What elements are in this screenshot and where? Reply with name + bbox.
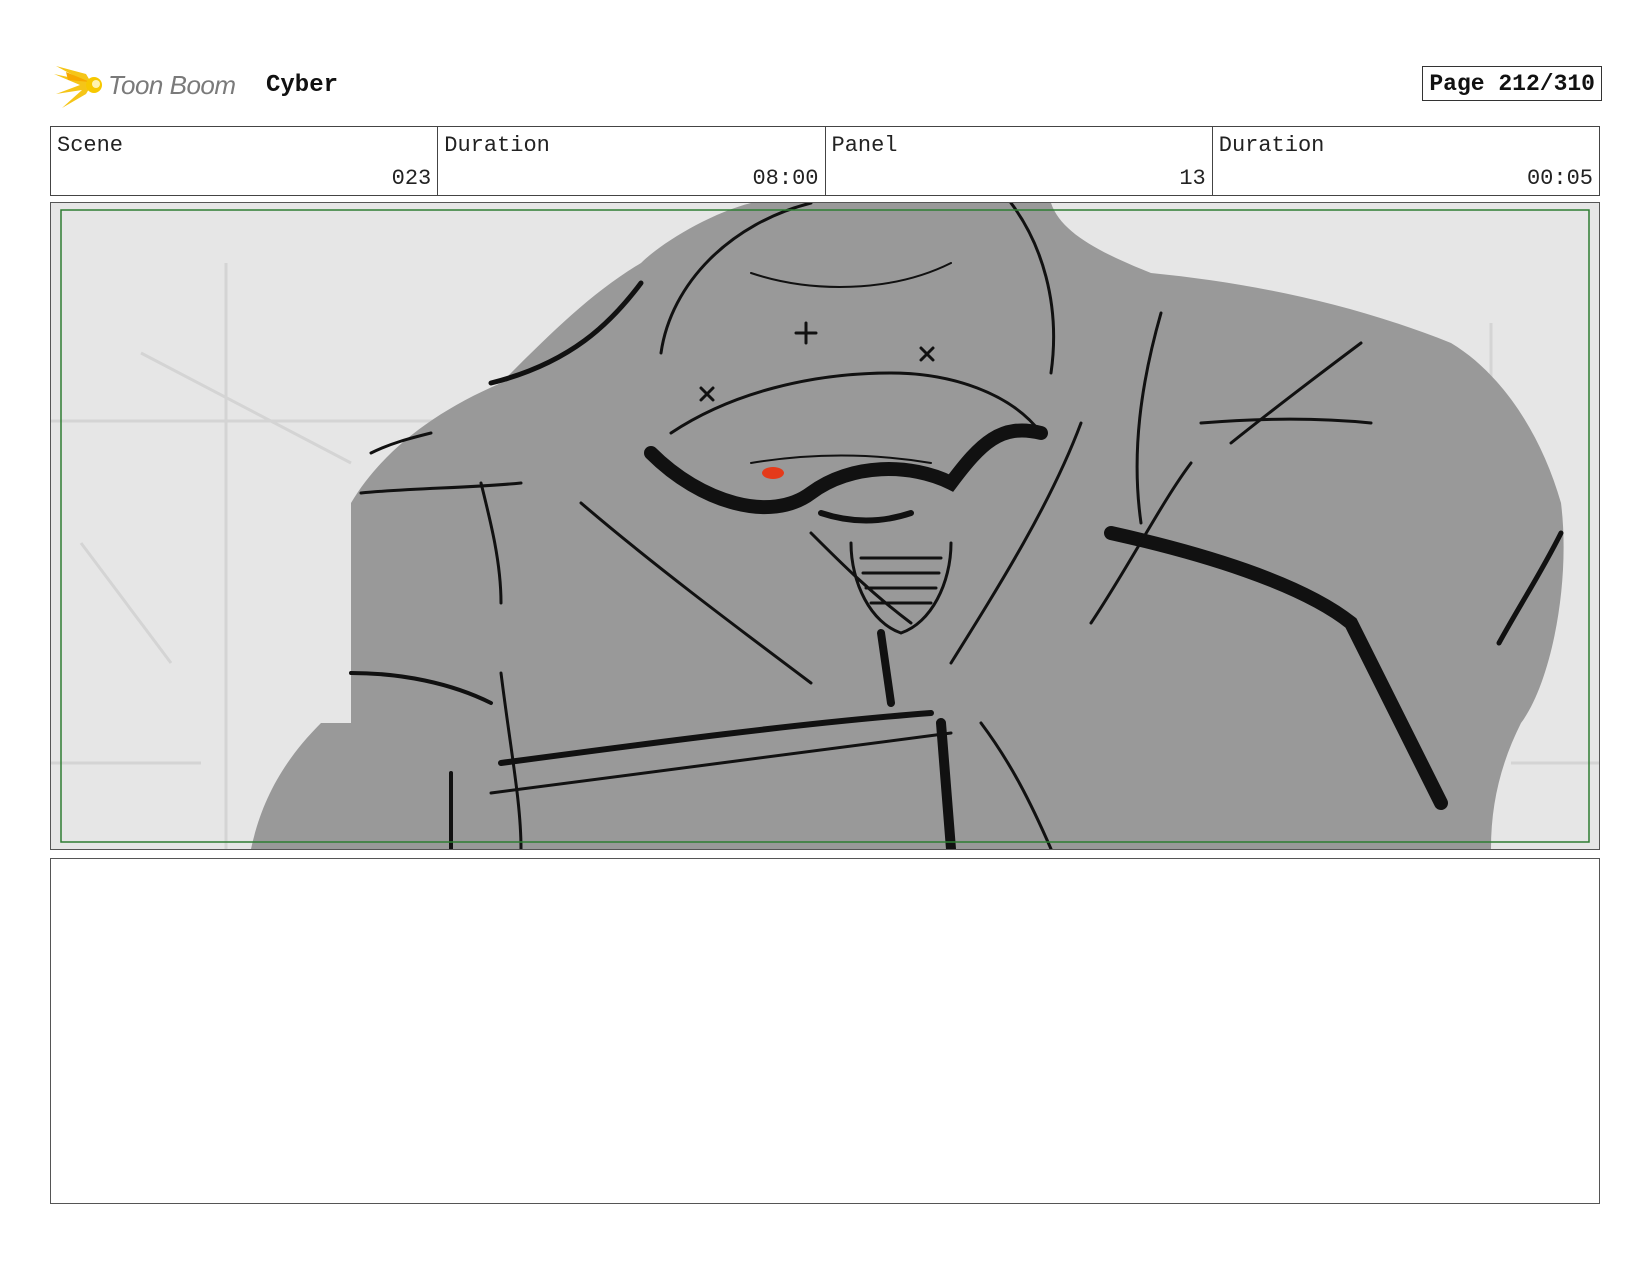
brand-name: Toon Boom (108, 70, 236, 100)
scene-duration-label: Duration (444, 133, 550, 158)
panel-duration-label: Duration (1218, 133, 1325, 158)
panel-sketch (51, 203, 1599, 849)
character-eye (762, 467, 784, 479)
scene-info-row: Scene 023 Duration 08:00 Panel 13 Durati… (50, 126, 1600, 196)
panel-duration-cell: Duration 00:05 (1213, 127, 1599, 195)
storyboard-panel (50, 202, 1600, 850)
scene-cell: Scene 023 (51, 127, 439, 195)
panel-value: 13 (1179, 166, 1206, 191)
panel-label: Panel (831, 133, 898, 158)
scene-duration-cell: Duration 08:00 (438, 127, 826, 195)
panel-cell: Panel 13 (826, 127, 1213, 195)
scene-value: 023 (391, 166, 432, 191)
scene-duration-value: 08:00 (752, 166, 819, 191)
page-indicator: Page 212/310 (1422, 66, 1602, 101)
storyboard-header: Toon Boom Cyber Page 212/310 (50, 58, 1602, 110)
panel-notes-box[interactable] (50, 858, 1600, 1204)
toon-boom-starburst-icon (54, 66, 102, 108)
panel-duration-value: 00:05 (1526, 166, 1593, 191)
project-title: Cyber (266, 72, 339, 99)
scene-label: Scene (57, 133, 124, 158)
character-body (251, 203, 1564, 849)
